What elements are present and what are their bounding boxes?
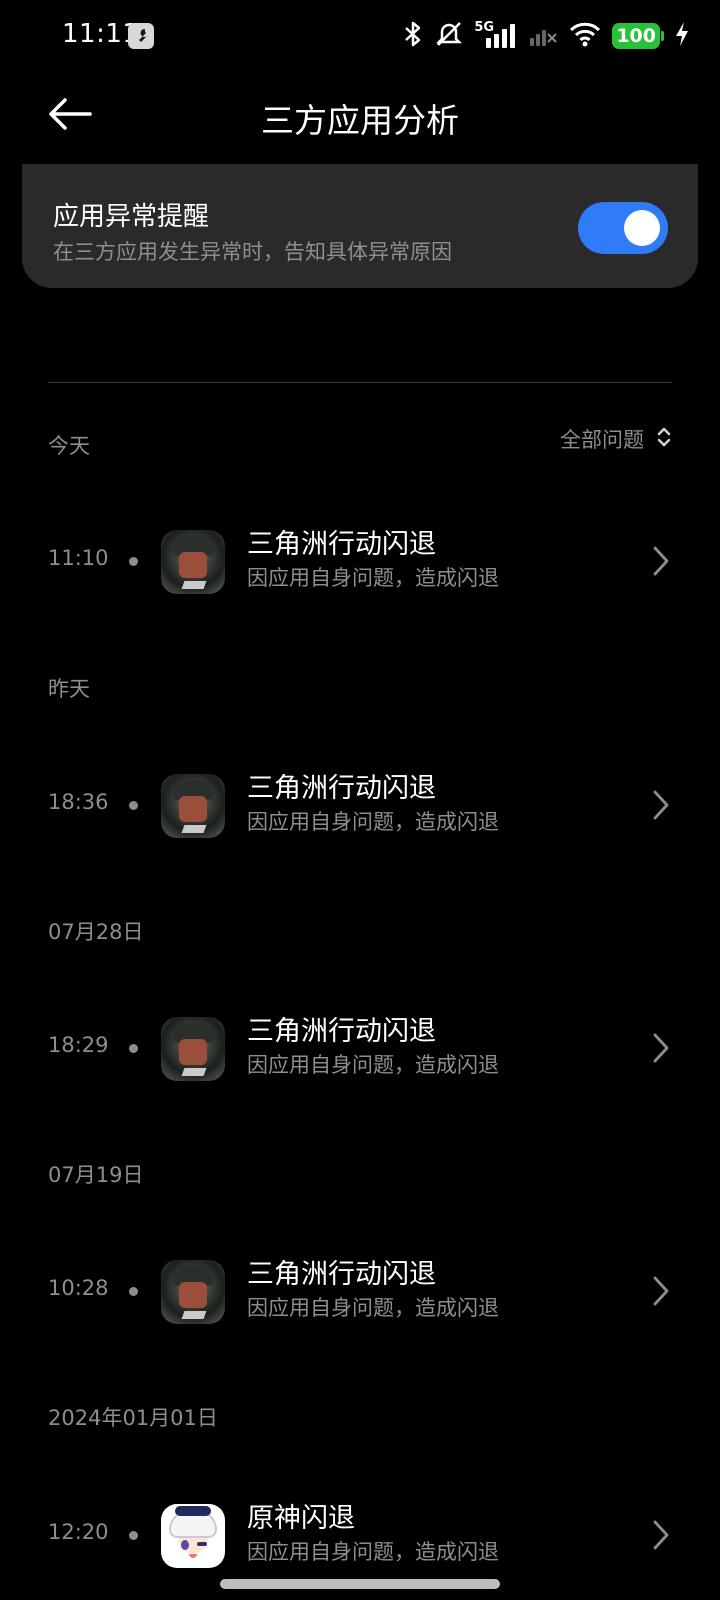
chevron-right-icon (646, 786, 676, 824)
delta-force-icon (161, 1260, 225, 1324)
chevron-right-icon (646, 542, 676, 580)
crash-record-item[interactable]: 12:20 原神闪退 因应用自身问题，造成闪退 (0, 1496, 720, 1574)
bluetooth-icon (402, 20, 424, 52)
filter-row: 全部问题 (48, 424, 672, 460)
signal-icon: 5G (474, 20, 518, 50)
date-header: 昨天 (48, 677, 90, 701)
chevron-right-icon (646, 1516, 676, 1554)
battery-tip (661, 31, 664, 41)
delta-force-icon (161, 530, 225, 594)
record-subtitle: 因应用自身问题，造成闪退 (247, 1540, 499, 1564)
crash-record-item[interactable]: 18:36 三角洲行动闪退 因应用自身问题，造成闪退 (0, 766, 720, 844)
record-title: 三角洲行动闪退 (247, 773, 436, 804)
wifi-icon (568, 20, 602, 52)
timeline-dot (129, 1531, 138, 1540)
record-time: 18:36 (48, 790, 109, 814)
home-indicator[interactable] (220, 1579, 500, 1589)
crash-record-item[interactable]: 11:10 三角洲行动闪退 因应用自身问题，造成闪退 (0, 522, 720, 600)
alert-toggle-switch[interactable] (578, 202, 668, 254)
record-time: 12:20 (48, 1520, 109, 1544)
record-time: 18:29 (48, 1033, 109, 1057)
delta-force-icon (161, 774, 225, 838)
header: 三方应用分析 (0, 72, 720, 160)
toggle-knob (624, 210, 660, 246)
record-subtitle: 因应用自身问题，造成闪退 (247, 566, 499, 590)
record-title: 三角洲行动闪退 (247, 1259, 436, 1290)
timeline-dot (129, 1287, 138, 1296)
charging-icon (674, 21, 690, 51)
battery-icon: 100 (612, 23, 664, 49)
crash-record-item[interactable]: 10:28 三角洲行动闪退 因应用自身问题，造成闪退 (0, 1252, 720, 1330)
mute-icon (434, 20, 464, 52)
record-title: 原神闪退 (247, 1503, 355, 1534)
record-time: 11:10 (48, 546, 109, 570)
chevron-right-icon (646, 1029, 676, 1067)
status-bar: 11:11 5G 100 (0, 0, 720, 72)
divider (48, 382, 672, 383)
timeline-dot (129, 557, 138, 566)
chevron-right-icon (646, 1272, 676, 1310)
screen: 11:11 5G 100 三方应用分析 应用异常提醒 在三方应用发生异常时，告知… (0, 0, 720, 1600)
battery-level: 100 (612, 23, 660, 49)
timeline-dot (129, 801, 138, 810)
signal-icon-no-service (528, 20, 558, 52)
timeline-dot (129, 1044, 138, 1053)
delta-force-icon (161, 1017, 225, 1081)
crash-record-item[interactable]: 18:29 三角洲行动闪退 因应用自身问题，造成闪退 (0, 1009, 720, 1087)
record-subtitle: 因应用自身问题，造成闪退 (247, 810, 499, 834)
sort-updown-icon (656, 425, 672, 453)
date-header: 07月19日 (48, 1163, 144, 1187)
record-title: 三角洲行动闪退 (247, 1016, 436, 1047)
record-subtitle: 因应用自身问题，造成闪退 (247, 1053, 499, 1077)
filter-label: 全部问题 (560, 428, 644, 452)
date-header: 07月28日 (48, 920, 144, 944)
status-icons: 5G 100 (402, 20, 690, 52)
genshin-impact-icon (161, 1504, 225, 1568)
wrench-icon (128, 23, 154, 49)
date-header: 2024年01月01日 (48, 1406, 218, 1430)
alert-card-title: 应用异常提醒 (53, 202, 210, 232)
app-exception-alert-card[interactable]: 应用异常提醒 在三方应用发生异常时，告知具体异常原因 (22, 164, 698, 288)
record-time: 10:28 (48, 1276, 109, 1300)
issue-filter-dropdown[interactable]: 全部问题 (560, 424, 672, 454)
record-title: 三角洲行动闪退 (247, 529, 436, 560)
page-title: 三方应用分析 (261, 101, 459, 140)
alert-card-subtitle: 在三方应用发生异常时，告知具体异常原因 (53, 240, 452, 264)
record-subtitle: 因应用自身问题，造成闪退 (247, 1296, 499, 1320)
